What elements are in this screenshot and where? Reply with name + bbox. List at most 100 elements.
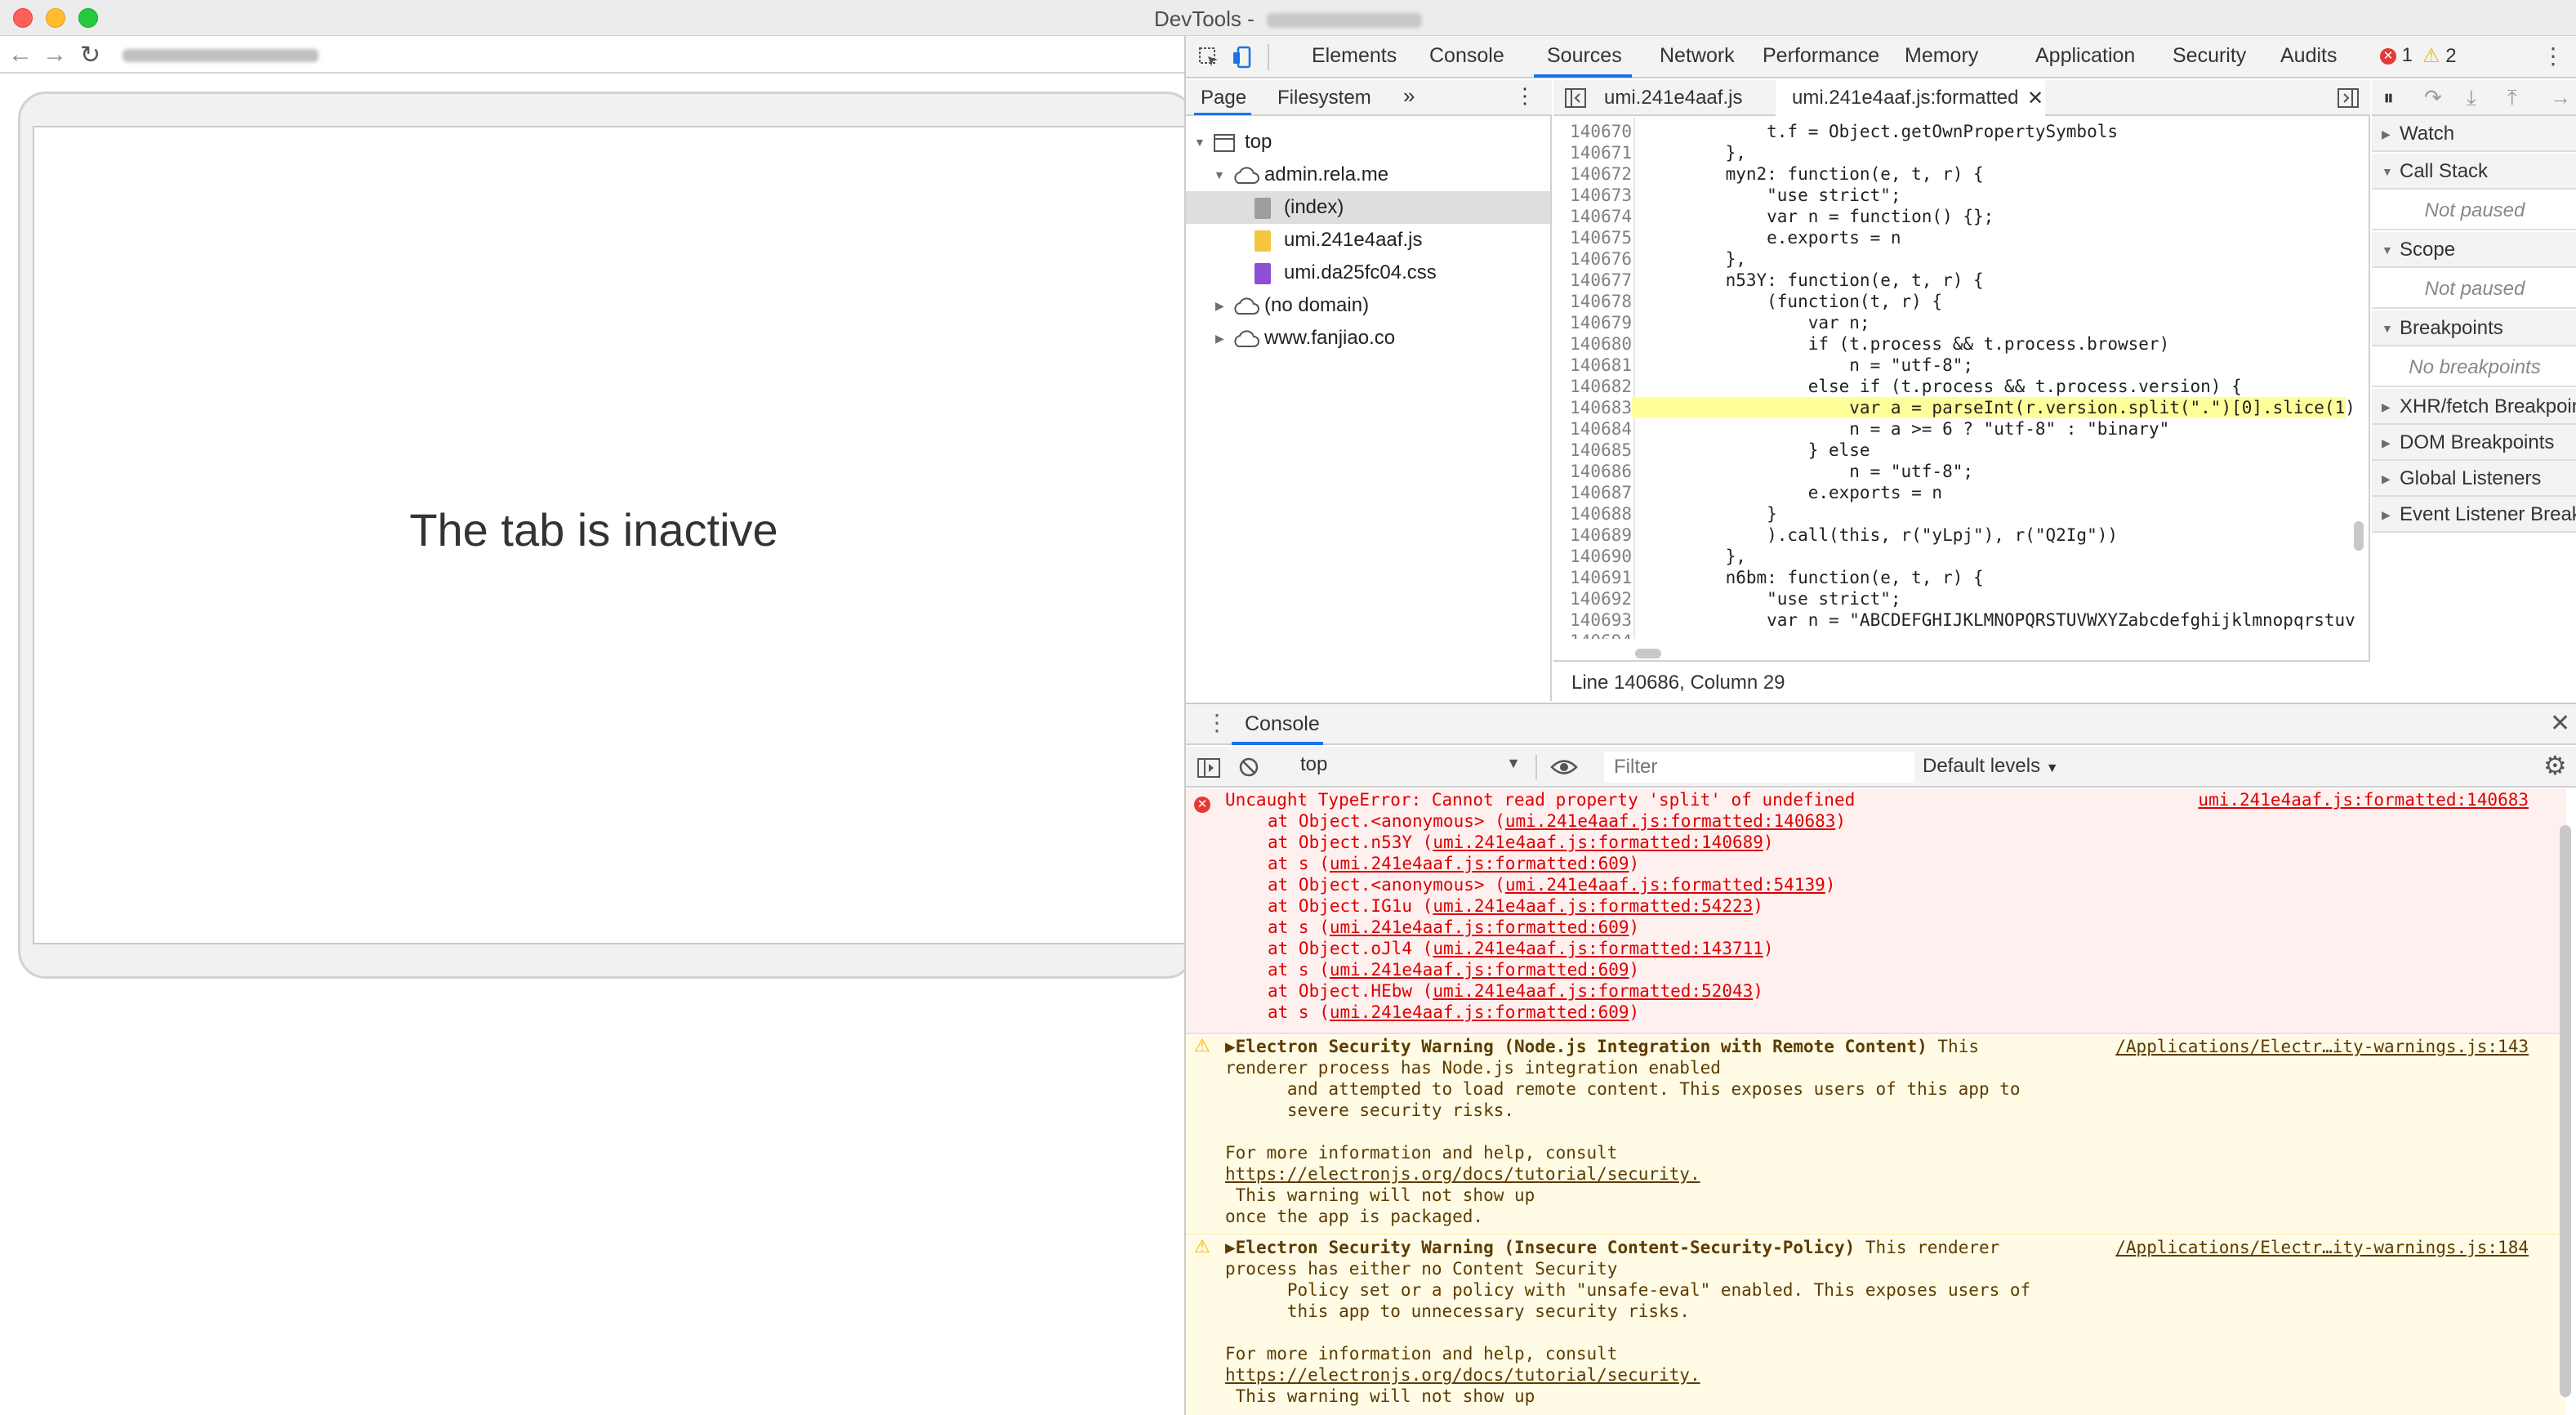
section-global-listeners[interactable]: ▶ Global Listeners xyxy=(2372,461,2576,497)
section-event-listener-breakpoints[interactable]: ▶Event Listener Breakpoints xyxy=(2372,497,2576,533)
line-number[interactable]: 140678 xyxy=(1553,291,1632,312)
warning-source-link[interactable]: /Applications/Electr…ity-warnings.js:143 xyxy=(2115,1036,2529,1057)
tab-network[interactable]: Network xyxy=(1660,44,1735,68)
console-filter-input[interactable] xyxy=(1604,752,1914,783)
line-number[interactable]: 140677 xyxy=(1553,270,1632,291)
log-levels-dropdown[interactable]: Default levels ▼ xyxy=(1923,755,2059,778)
stack-frame-link[interactable]: umi.241e4aaf.js:formatted:54139 xyxy=(1505,875,1825,895)
warning-header[interactable]: ▶Electron Security Warning (Node.js Inte… xyxy=(1225,1036,1979,1057)
close-drawer-icon[interactable]: ✕ xyxy=(2550,709,2570,738)
stack-frame-link[interactable]: umi.241e4aaf.js:formatted:140689 xyxy=(1433,832,1763,852)
code-line[interactable]: 140691 n6bm: function(e, t, r) { xyxy=(1553,567,2346,588)
drawer-menu-icon[interactable]: ⋮ xyxy=(1206,709,1228,736)
line-number[interactable]: 140689 xyxy=(1553,524,1632,546)
forward-arrow-icon[interactable]: → xyxy=(42,41,67,69)
code-line[interactable]: 140682 else if (t.process && t.process.v… xyxy=(1553,376,2346,397)
code-line[interactable]: 140674 var n = function() {}; xyxy=(1553,206,2346,227)
drawer-tab-console[interactable]: Console xyxy=(1245,712,1320,736)
tab-application[interactable]: Application xyxy=(2035,44,2135,68)
stack-frame-link[interactable]: umi.241e4aaf.js:formatted:609 xyxy=(1330,1002,1629,1022)
inspect-element-icon[interactable] xyxy=(1197,46,1220,69)
stack-frame-link[interactable]: umi.241e4aaf.js:formatted:52043 xyxy=(1433,981,1753,1001)
line-number[interactable]: 140681 xyxy=(1553,355,1632,376)
code-line[interactable]: 140690 }, xyxy=(1553,546,2346,567)
code-line[interactable]: 140687 e.exports = n xyxy=(1553,482,2346,503)
step-out-icon[interactable]: ⤒ xyxy=(2507,85,2517,111)
tree-item-umi-js[interactable]: umi.241e4aaf.js xyxy=(1186,224,1550,257)
stack-frame-link[interactable]: umi.241e4aaf.js:formatted:140683 xyxy=(1505,811,1836,831)
code-line[interactable]: 140675 e.exports = n xyxy=(1553,227,2346,248)
tab-performance[interactable]: Performance xyxy=(1763,44,1879,68)
tree-item-umi-css[interactable]: umi.da25fc04.css xyxy=(1186,257,1550,289)
device-toolbar-icon[interactable] xyxy=(1232,46,1255,69)
line-number[interactable]: 140679 xyxy=(1553,312,1632,333)
console-settings-icon[interactable]: ⚙ xyxy=(2543,750,2567,781)
tree-item-admin-rela[interactable]: ▼ admin.rela.me xyxy=(1186,158,1550,191)
toggle-debugger-icon[interactable] xyxy=(2338,88,2359,108)
clear-console-icon[interactable] xyxy=(1238,757,1259,778)
tab-audits[interactable]: Audits xyxy=(2280,44,2337,68)
code-line[interactable]: 140672 myn2: function(e, t, r) { xyxy=(1553,163,2346,185)
code-line[interactable]: 140683 var a = parseInt(r.version.split(… xyxy=(1553,397,2355,418)
blurred-url[interactable] xyxy=(123,49,319,62)
editor-tab-umi-js[interactable]: umi.241e4aaf.js xyxy=(1604,87,1742,109)
toggle-navigator-icon[interactable] xyxy=(1565,88,1586,108)
code-line[interactable]: 140689 ).call(this, r("yLpj"), r("Q2Ig")… xyxy=(1553,524,2346,546)
line-number[interactable]: 140683 xyxy=(1553,397,1632,418)
section-dom-breakpoints[interactable]: ▶ DOM Breakpoints xyxy=(2372,425,2576,461)
code-line[interactable]: 140671 }, xyxy=(1553,142,2346,163)
line-number[interactable]: 140674 xyxy=(1553,206,1632,227)
security-docs-link[interactable]: https://electronjs.org/docs/tutorial/sec… xyxy=(1225,1163,1700,1185)
line-number[interactable]: 140675 xyxy=(1553,227,1632,248)
horizontal-scrollbar[interactable] xyxy=(1635,649,1661,658)
navigator-menu-icon[interactable]: ⋮ xyxy=(1514,83,1535,109)
devtools-menu-icon[interactable]: ⋮ xyxy=(2542,42,2565,69)
code-line[interactable]: 140673 "use strict"; xyxy=(1553,185,2346,206)
tab-sources[interactable]: Sources xyxy=(1547,44,1622,68)
error-count-badge[interactable]: ✕ 1 xyxy=(2380,44,2413,67)
error-source-link[interactable]: umi.241e4aaf.js:formatted:140683 xyxy=(2198,789,2529,810)
step-into-icon[interactable]: ⤓ xyxy=(2467,85,2476,111)
tab-page[interactable]: Page xyxy=(1201,87,1246,109)
vertical-scrollbar[interactable] xyxy=(2354,521,2364,551)
security-docs-link[interactable]: https://electronjs.org/docs/tutorial/sec… xyxy=(1225,1364,1700,1386)
line-number[interactable]: 140670 xyxy=(1553,121,1632,142)
line-number[interactable]: 140686 xyxy=(1553,461,1632,482)
code-line[interactable]: 140676 }, xyxy=(1553,248,2346,270)
line-number[interactable]: 140685 xyxy=(1553,440,1632,461)
line-number[interactable]: 140676 xyxy=(1553,248,1632,270)
pause-icon[interactable]: ⏸ xyxy=(2383,85,2394,111)
code-line[interactable]: 140688 } xyxy=(1553,503,2346,524)
section-breakpoints[interactable]: ▼ Breakpoints xyxy=(2372,310,2576,346)
line-number[interactable]: 140671 xyxy=(1553,142,1632,163)
code-line[interactable]: 140686 n = "utf-8"; xyxy=(1553,461,2346,482)
context-selector[interactable]: top ▼ xyxy=(1300,753,1521,781)
tab-filesystem[interactable]: Filesystem xyxy=(1277,87,1371,109)
tab-elements[interactable]: Elements xyxy=(1312,44,1397,68)
warning-source-link[interactable]: /Applications/Electr…ity-warnings.js:184 xyxy=(2115,1237,2529,1258)
show-sidebar-icon[interactable] xyxy=(1197,758,1220,778)
tree-item-top[interactable]: ▼ top xyxy=(1186,126,1550,158)
close-tab-icon[interactable]: ✕ xyxy=(2027,87,2043,110)
line-number[interactable]: 140693 xyxy=(1553,609,1632,631)
line-number[interactable]: 140684 xyxy=(1553,418,1632,440)
section-watch[interactable]: ▶ Watch xyxy=(2372,116,2576,152)
code-line[interactable]: 140678 (function(t, r) { xyxy=(1553,291,2346,312)
line-number[interactable]: 140680 xyxy=(1553,333,1632,355)
code-view[interactable]: 140670 t.f = Object.getOwnPropertySymbol… xyxy=(1553,118,2370,639)
back-arrow-icon[interactable]: ← xyxy=(8,41,33,69)
line-number[interactable]: 140690 xyxy=(1553,546,1632,567)
warning-count-badge[interactable]: ⚠ 2 xyxy=(2422,44,2457,68)
warning-header[interactable]: ▶Electron Security Warning (Insecure Con… xyxy=(1225,1237,1999,1258)
step-over-icon[interactable]: ↷ xyxy=(2424,85,2442,110)
console-scrollbar[interactable] xyxy=(2560,825,2571,1397)
section-xhr-breakpoints[interactable]: ▶XHR/fetch Breakpoints xyxy=(2372,389,2576,425)
code-line[interactable]: 140681 n = "utf-8"; xyxy=(1553,355,2346,376)
code-line[interactable]: 140679 var n; xyxy=(1553,312,2346,333)
stack-frame-link[interactable]: umi.241e4aaf.js:formatted:609 xyxy=(1330,960,1629,980)
line-number[interactable]: 140682 xyxy=(1553,376,1632,397)
section-scope[interactable]: ▼ Scope xyxy=(2372,232,2576,268)
more-tabs-icon[interactable]: » xyxy=(1403,83,1415,109)
stack-frame-link[interactable]: umi.241e4aaf.js:formatted:609 xyxy=(1330,917,1629,937)
stack-frame-link[interactable]: umi.241e4aaf.js:formatted:609 xyxy=(1330,854,1629,873)
